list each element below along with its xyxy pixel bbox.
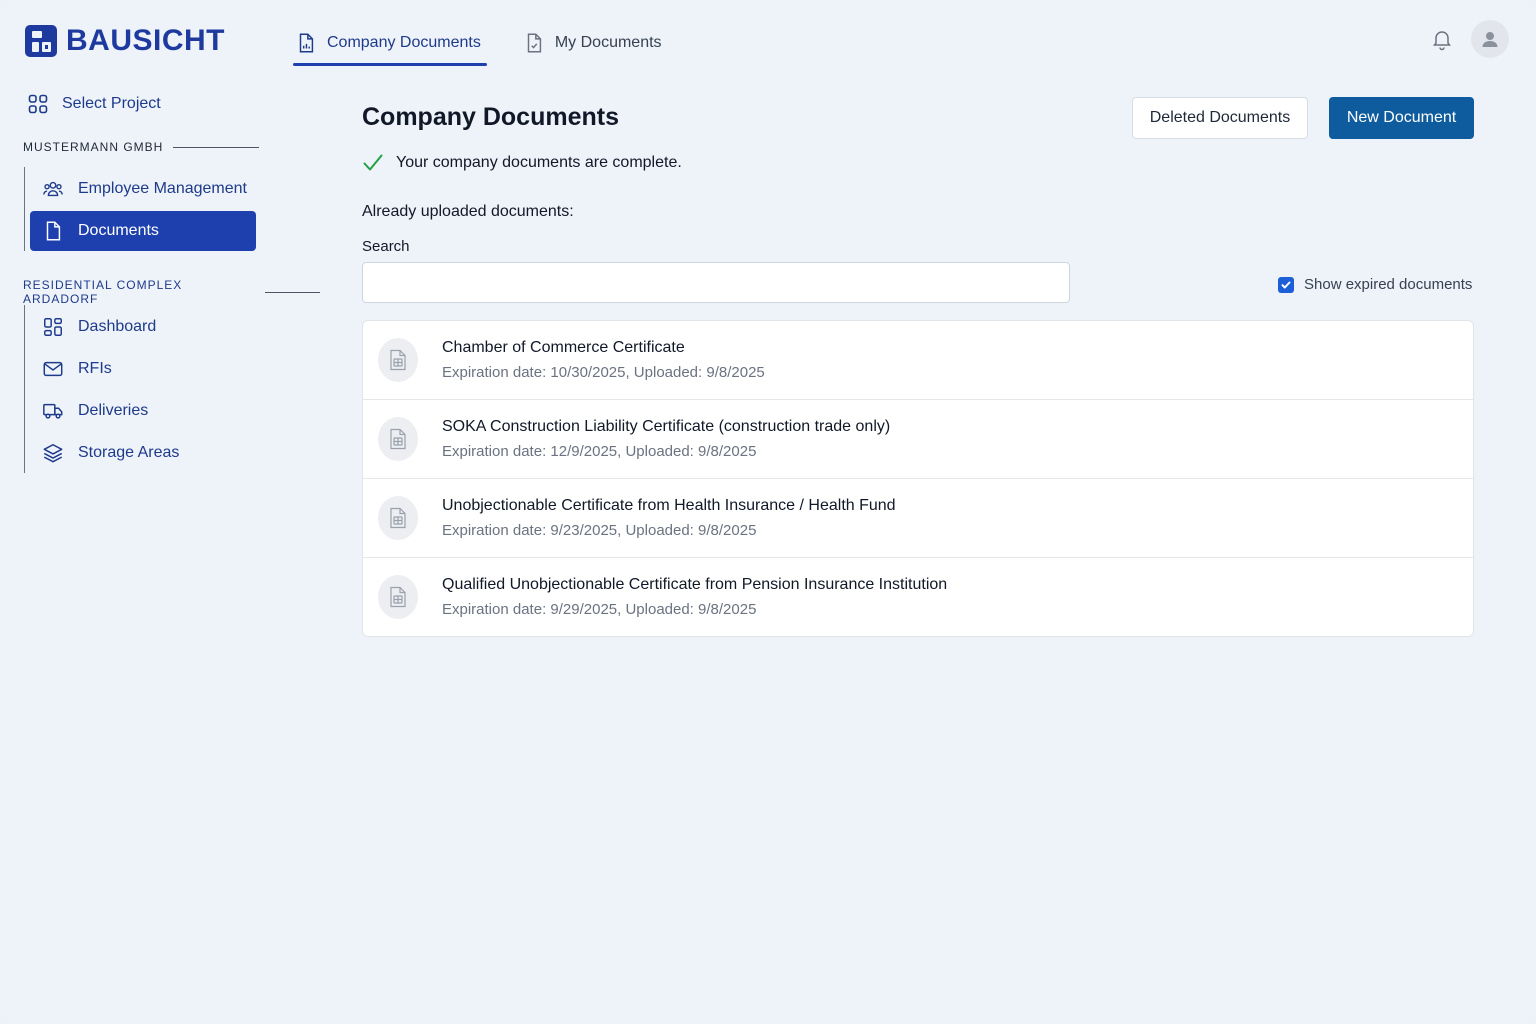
truck-icon — [43, 403, 63, 419]
status-text: Your company documents are complete. — [396, 154, 682, 171]
sidebar-item-dashboard[interactable]: Dashboard — [30, 307, 256, 347]
document-text: SOKA Construction Liability Certificate … — [442, 418, 890, 460]
sidebar-item-label: Storage Areas — [78, 444, 180, 461]
document-meta: Expiration date: 12/9/2025, Uploaded: 9/… — [442, 443, 757, 460]
logo-icon — [25, 25, 57, 57]
sidebar-item-label: Dashboard — [78, 318, 157, 335]
document-name: Unobjectionable Certificate from Health … — [442, 497, 896, 514]
document-name: Qualified Unobjectionable Certificate fr… — [442, 576, 948, 593]
section-label-text: MUSTERMANN GMBH — [23, 140, 164, 154]
sidebar-item-documents[interactable]: Documents — [30, 211, 256, 251]
uploaded-documents-heading: Already uploaded documents: — [362, 203, 574, 220]
file-icon — [378, 496, 418, 540]
search-input[interactable] — [362, 262, 1070, 303]
tab-label: My Documents — [554, 34, 662, 51]
top-tabs: Company Documents My Documents — [293, 20, 668, 66]
document-meta: Expiration date: 10/30/2025, Uploaded: 9… — [442, 364, 765, 381]
bell-icon[interactable] — [1430, 27, 1454, 51]
avatar[interactable] — [1471, 20, 1509, 58]
document-row[interactable]: SOKA Construction Liability Certificate … — [363, 400, 1473, 479]
select-project-label: Select Project — [62, 95, 161, 112]
sidebar-item-label: Deliveries — [78, 402, 149, 419]
company-nav-group: Employee Management Documents — [24, 167, 256, 251]
show-expired-checkbox[interactable] — [1278, 276, 1294, 293]
document-text: Qualified Unobjectionable Certificate fr… — [442, 576, 947, 618]
document-chart-icon — [299, 33, 314, 53]
show-expired-toggle[interactable]: Show expired documents — [1278, 276, 1472, 293]
document-text: Chamber of Commerce Certificate Expirati… — [442, 339, 765, 381]
app-window: BAUSICHT Company Documents My Documents — [0, 0, 1536, 1024]
file-icon — [378, 575, 418, 619]
project-section-heading: RESIDENTIAL COMPLEX ARDADORF — [23, 278, 320, 306]
file-icon — [378, 417, 418, 461]
document-name: SOKA Construction Liability Certificate … — [442, 418, 891, 435]
document-list: Chamber of Commerce Certificate Expirati… — [362, 320, 1474, 637]
company-section-heading: MUSTERMANN GMBH — [23, 140, 260, 154]
tab-label: Company Documents — [327, 34, 481, 51]
document-row[interactable]: Unobjectionable Certificate from Health … — [363, 479, 1473, 558]
sidebar-item-label: Employee Management — [78, 180, 247, 197]
status-message: Your company documents are complete. — [362, 152, 682, 174]
dashboard-icon — [44, 318, 62, 336]
brand-name: BAUSICHT — [66, 24, 225, 57]
file-icon — [378, 338, 418, 382]
sidebar-item-storage-areas[interactable]: Storage Areas — [30, 433, 256, 473]
document-icon — [46, 221, 61, 241]
brand-logo[interactable]: BAUSICHT — [24, 24, 225, 58]
search-label: Search — [362, 238, 410, 255]
sidebar-item-employee-management[interactable]: Employee Management — [30, 169, 256, 209]
checkmark-icon — [363, 154, 383, 171]
new-document-button[interactable]: New Document — [1329, 97, 1474, 139]
sidebar-item-label: RFIs — [78, 360, 112, 377]
user-icon — [1482, 32, 1498, 47]
users-icon — [43, 181, 63, 197]
section-divider — [265, 291, 320, 293]
document-row[interactable]: Qualified Unobjectionable Certificate fr… — [363, 558, 1473, 636]
sidebar-item-rfis[interactable]: RFIs — [30, 349, 256, 389]
sidebar-item-label: Documents — [78, 222, 159, 239]
document-meta: Expiration date: 9/29/2025, Uploaded: 9/… — [442, 601, 757, 618]
tab-company-documents[interactable]: Company Documents — [293, 20, 487, 66]
document-check-icon — [527, 33, 541, 53]
mail-icon — [43, 361, 63, 377]
grid-icon — [28, 94, 48, 114]
page-title: Company Documents — [362, 103, 619, 131]
deleted-documents-button[interactable]: Deleted Documents — [1132, 97, 1308, 139]
document-row[interactable]: Chamber of Commerce Certificate Expirati… — [363, 321, 1473, 400]
section-label-text: RESIDENTIAL COMPLEX ARDADORF — [23, 278, 183, 306]
show-expired-label: Show expired documents — [1304, 276, 1473, 293]
layers-icon — [43, 444, 63, 463]
check-icon — [1281, 281, 1291, 288]
tab-my-documents[interactable]: My Documents — [521, 20, 668, 66]
document-name: Chamber of Commerce Certificate — [442, 339, 685, 356]
document-meta: Expiration date: 9/23/2025, Uploaded: 9/… — [442, 522, 757, 539]
project-nav-group: Dashboard RFIs Deliveries Storage Areas — [24, 305, 256, 473]
section-divider — [173, 146, 260, 148]
select-project-link[interactable]: Select Project — [28, 94, 161, 114]
sidebar-item-deliveries[interactable]: Deliveries — [30, 391, 256, 431]
document-text: Unobjectionable Certificate from Health … — [442, 497, 896, 539]
